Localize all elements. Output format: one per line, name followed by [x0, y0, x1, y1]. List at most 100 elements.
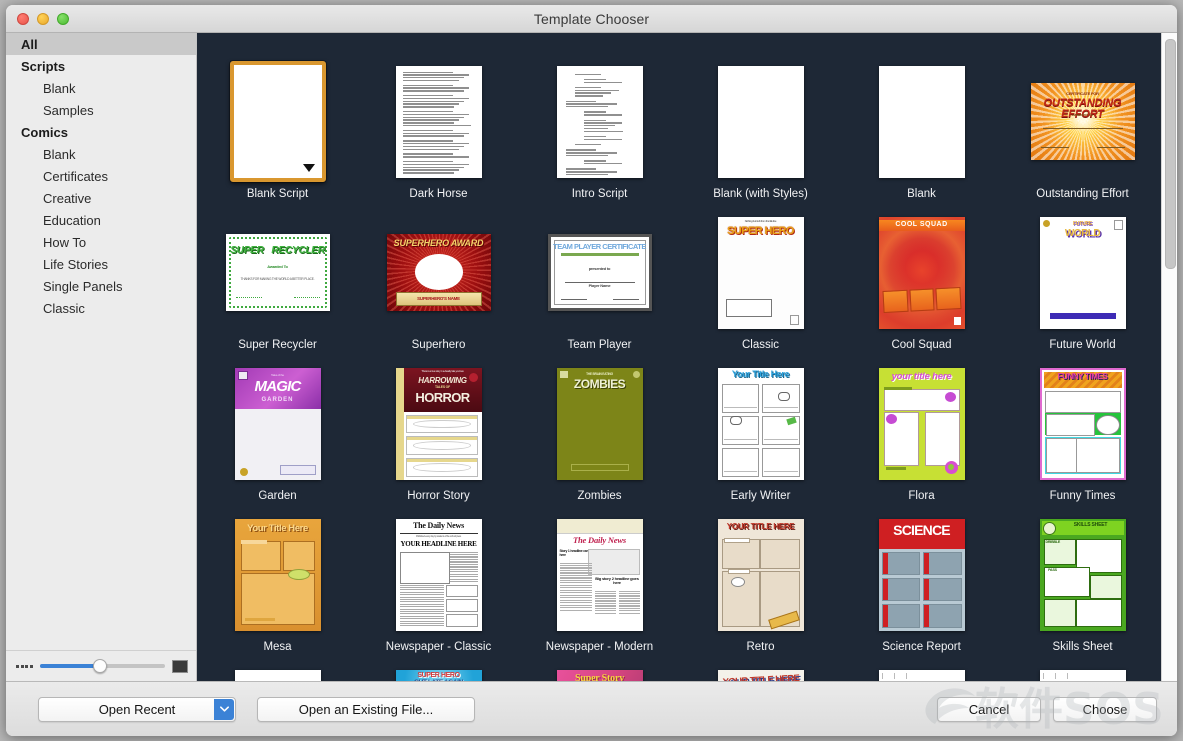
template-thumbnail[interactable]: Your Title Here: [717, 367, 804, 480]
template-cell[interactable]: [1002, 667, 1163, 681]
template-name-label: Superhero: [411, 339, 466, 351]
template-thumbnail[interactable]: CERTIFICATE FOR OUTSTANDING EFFORT Awarded…: [1030, 83, 1135, 160]
template-cell[interactable]: Tales of the MAGIC GARDEN Garden: [197, 365, 358, 516]
template-thumbnail[interactable]: [395, 65, 482, 178]
sidebar-item-all[interactable]: All: [6, 33, 196, 55]
template-thumbnail[interactable]: [229, 61, 326, 182]
thumbnail-size-control: [6, 650, 196, 681]
cancel-button[interactable]: Cancel: [937, 696, 1041, 722]
minimize-icon[interactable]: [37, 13, 49, 25]
template-thumbnail[interactable]: [1039, 669, 1126, 681]
template-cell[interactable]: Your Title Here Early Writer: [680, 365, 841, 516]
template-thumbnail-wrapper: Super Story: [556, 667, 643, 681]
template-thumbnail-wrapper: [717, 63, 804, 180]
sidebar-item-scripts[interactable]: Scripts: [6, 55, 196, 77]
template-cell[interactable]: Blank Script: [197, 61, 358, 214]
sidebar-item-classic[interactable]: Classic: [6, 297, 196, 319]
sidebar-item-comics[interactable]: Comics: [6, 121, 196, 143]
template-thumbnail[interactable]: Tales of the MAGIC GARDEN: [234, 367, 321, 480]
template-cell[interactable]: SUPER RECYCLER Awarded To THANKS FOR MAKIN…: [197, 214, 358, 365]
template-thumbnail[interactable]: FUNNY TIMES: [1039, 367, 1126, 480]
template-name-label: Outstanding Effort: [1036, 188, 1129, 200]
small-thumbnails-icon[interactable]: [16, 664, 33, 668]
template-cell[interactable]: your title here Flora: [841, 365, 1002, 516]
template-thumbnail[interactable]: SCIENCE: [878, 518, 965, 631]
template-name-label: Retro: [746, 641, 775, 653]
template-cell[interactable]: [197, 667, 358, 681]
open-existing-file-button[interactable]: Open an Existing File...: [257, 696, 475, 722]
template-thumbnail[interactable]: COOL SQUAD: [878, 216, 965, 329]
template-thumbnail[interactable]: [234, 669, 321, 681]
sidebar-item-samples[interactable]: Samples: [6, 99, 196, 121]
template-cell[interactable]: SKILLS SHEET DRIBBLE PASS Skills Sheet: [1002, 516, 1163, 667]
template-cell[interactable]: The Daily News Published every day by stu…: [358, 516, 519, 667]
close-icon[interactable]: [17, 13, 29, 25]
gallery-scrollbar[interactable]: [1161, 33, 1177, 681]
template-cell[interactable]: Dark Horse: [358, 63, 519, 214]
template-cell[interactable]: TEAM PLAYER CERTIFICATE presented to Playe…: [519, 214, 680, 365]
choose-button[interactable]: Choose: [1053, 696, 1157, 722]
template-cell[interactable]: [841, 667, 1002, 681]
template-thumbnail[interactable]: [717, 65, 804, 178]
template-cell[interactable]: Blank (with Styles): [680, 63, 841, 214]
template-thumbnail-wrapper: FUNNY TIMES: [1039, 365, 1126, 482]
template-thumbnail[interactable]: Your Title Here: [234, 518, 321, 631]
sidebar-item-blank[interactable]: Blank: [6, 143, 196, 165]
template-thumbnail[interactable]: [556, 65, 643, 178]
sidebar-item-creative[interactable]: Creative: [6, 187, 196, 209]
template-thumbnail[interactable]: SKILLS SHEET DRIBBLE PASS: [1039, 518, 1126, 631]
template-thumbnail[interactable]: The Daily News Published every day by stu…: [395, 518, 482, 631]
sidebar-item-life-stories[interactable]: Life Stories: [6, 253, 196, 275]
sidebar-item-blank[interactable]: Blank: [6, 77, 196, 99]
sidebar-item-single-panels[interactable]: Single Panels: [6, 275, 196, 297]
template-cell[interactable]: The Daily News Story 1 headline can go he…: [519, 516, 680, 667]
open-recent-label: Open Recent: [98, 701, 176, 717]
template-cell[interactable]: SCIENCE Science Report: [841, 516, 1002, 667]
template-cell[interactable]: COOL SQUAD Cool Squad: [841, 214, 1002, 365]
template-cell[interactable]: Blank: [841, 63, 1002, 214]
large-thumbnails-icon[interactable]: [172, 659, 188, 673]
template-thumbnail[interactable]: [878, 65, 965, 178]
template-thumbnail[interactable]: Nothing but truth from the title line SUP…: [717, 216, 804, 329]
template-cell[interactable]: FUNNY TIMES Funny Times: [1002, 365, 1163, 516]
template-cell[interactable]: Super Story: [519, 667, 680, 681]
template-thumbnail[interactable]: YOUR TITLE HERE: [717, 518, 804, 631]
template-thumbnail[interactable]: YOUR TITLE HERE: [717, 669, 804, 681]
sidebar-item-label: Scripts: [21, 58, 66, 74]
chevron-down-icon[interactable]: [214, 698, 234, 720]
template-cell[interactable]: Your Title Here Mesa: [197, 516, 358, 667]
template-thumbnail-wrapper: There is a true story in a deadly tale y…: [395, 365, 482, 482]
template-cell[interactable]: YOUR TITLE HERE Retro: [680, 516, 841, 667]
thumbnail-size-slider[interactable]: [39, 659, 165, 673]
template-cell[interactable]: There is a true story in a deadly tale y…: [358, 365, 519, 516]
template-thumbnail[interactable]: The Daily News Story 1 headline can go he…: [556, 518, 643, 631]
sidebar-item-certificates[interactable]: Certificates: [6, 165, 196, 187]
template-thumbnail[interactable]: your title here: [878, 367, 965, 480]
template-cell[interactable]: CERTIFICATE FOR OUTSTANDING EFFORT Awarded…: [1002, 63, 1163, 214]
maximize-icon[interactable]: [57, 13, 69, 25]
slider-knob[interactable]: [92, 659, 107, 673]
template-thumbnail-wrapper: SUPER HEROOUT LATE AGAIN: [395, 667, 482, 681]
template-thumbnail[interactable]: TEAM PLAYER CERTIFICATE presented to Playe…: [547, 234, 652, 311]
template-cell[interactable]: THE BRAIN EATING ZOMBIES Zombies: [519, 365, 680, 516]
template-cell[interactable]: SUPERHERO AWARD SUPERHERO'S NAME Superhero: [358, 214, 519, 365]
template-thumbnail[interactable]: SUPER HEROOUT LATE AGAIN: [395, 669, 482, 681]
template-thumbnail[interactable]: SUPERHERO AWARD SUPERHERO'S NAME: [386, 234, 491, 311]
template-thumbnail[interactable]: SUPER RECYCLER Awarded To THANKS FOR MAKIN…: [225, 234, 330, 311]
template-thumbnail[interactable]: [878, 669, 965, 681]
sidebar-item-education[interactable]: Education: [6, 209, 196, 231]
template-thumbnail[interactable]: FUTURE WORLD: [1039, 216, 1126, 329]
template-thumbnail[interactable]: THE BRAIN EATING ZOMBIES: [556, 367, 643, 480]
template-cell[interactable]: YOUR TITLE HERE: [680, 667, 841, 681]
template-thumbnail[interactable]: Super Story: [556, 669, 643, 681]
template-cell[interactable]: FUTURE WORLD Future World: [1002, 214, 1163, 365]
choose-label: Choose: [1082, 701, 1128, 717]
template-cell[interactable]: Nothing but truth from the title line SUP…: [680, 214, 841, 365]
open-recent-popup[interactable]: Open Recent: [38, 696, 236, 722]
gallery-scrollbar-thumb[interactable]: [1165, 39, 1176, 269]
sidebar-item-how-to[interactable]: How To: [6, 231, 196, 253]
template-thumbnail[interactable]: There is a true story in a deadly tale y…: [395, 367, 482, 480]
template-name-label: Intro Script: [571, 188, 628, 200]
template-cell[interactable]: Intro Script: [519, 63, 680, 214]
template-cell[interactable]: SUPER HEROOUT LATE AGAIN: [358, 667, 519, 681]
